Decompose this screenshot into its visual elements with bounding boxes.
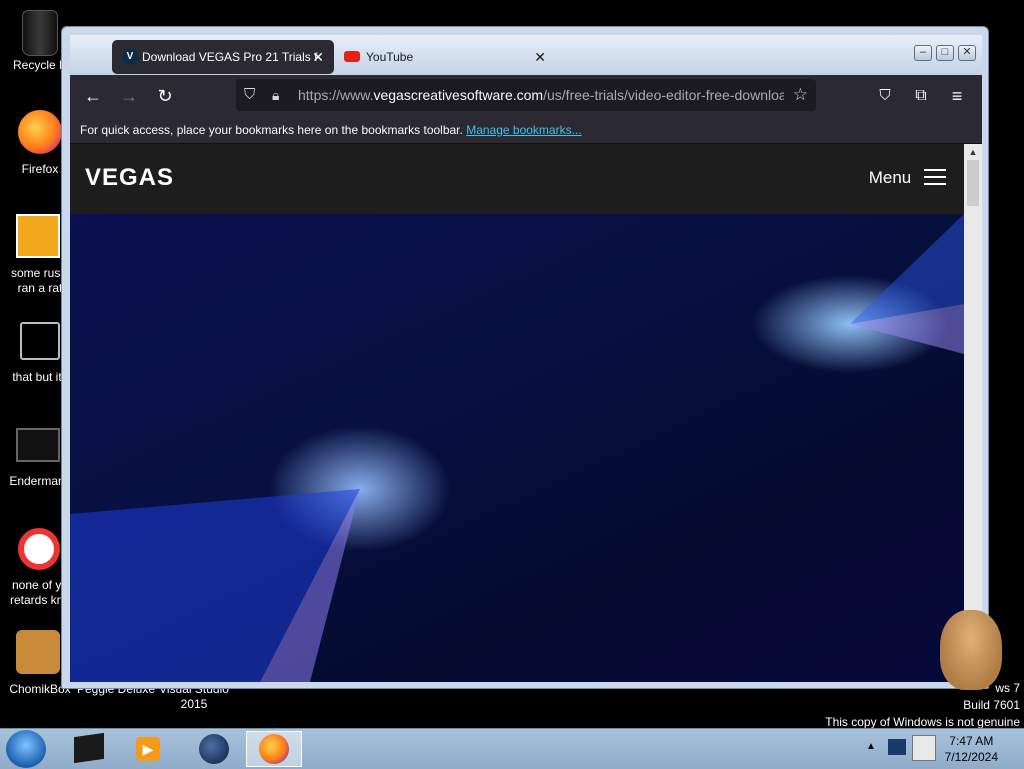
hero-image	[70, 214, 964, 682]
extensions-icon[interactable]: ⧉	[908, 83, 934, 109]
reload-button[interactable]: ↻	[152, 83, 178, 109]
taskbar-app-explorer[interactable]	[62, 731, 118, 767]
clock-date: 7/12/2024	[944, 750, 998, 764]
hamster-sticker	[940, 610, 1002, 690]
site-header: VEGAS Menu	[70, 144, 964, 214]
bookmarks-hint: For quick access, place your bookmarks h…	[80, 123, 463, 137]
folder-icon	[74, 732, 104, 764]
pocket-icon[interactable]: ⛉	[872, 83, 898, 109]
shield-icon[interactable]: ⛉	[244, 79, 255, 111]
watermark-line: Build 7601	[963, 698, 1020, 712]
tab-strip: V Download VEGAS Pro 21 Trials f ✕ YouTu…	[70, 35, 982, 75]
clock-time: 7:47 AM	[949, 734, 994, 748]
media-player-icon: ▶	[136, 737, 160, 761]
system-clock[interactable]: 7:47 AM 7/12/2024	[945, 733, 998, 765]
url-prefix: https://www.	[298, 87, 374, 103]
tab-vegas-download[interactable]: V Download VEGAS Pro 21 Trials f ✕	[112, 40, 334, 74]
close-window-button[interactable]: ✕	[958, 45, 976, 61]
globe-icon	[199, 734, 229, 764]
hamburger-icon	[924, 169, 946, 185]
app-icon	[18, 528, 60, 570]
vegas-logo[interactable]: VEGAS	[85, 164, 174, 192]
navigation-toolbar: ← → ↻ ⛉ 🔒︎ https://www.vegascreativesoft…	[70, 75, 982, 117]
taskbar-app-firefox[interactable]	[246, 731, 302, 767]
page-scrollbar[interactable]: ▲	[964, 144, 982, 682]
document-icon	[16, 214, 60, 258]
light-beams-graphic	[70, 214, 964, 682]
tab-title: Download VEGAS Pro 21 Trials f	[142, 50, 318, 64]
chomikbox-icon	[16, 630, 60, 674]
lock-icon[interactable]: 🔒︎	[272, 79, 279, 111]
taskbar-app-media-player[interactable]: ▶	[122, 731, 178, 767]
web-page: VEGAS Menu	[70, 144, 964, 682]
manage-bookmarks-link[interactable]: Manage bookmarks...	[466, 123, 581, 137]
tab-title: YouTube	[366, 50, 414, 64]
url-bar[interactable]: ⛉ 🔒︎ https://www.vegascreativesoftware.c…	[236, 79, 816, 111]
youtube-favicon-icon	[344, 51, 360, 62]
url-path: /us/free-trials/video-editor-free-downlo…	[543, 87, 784, 103]
close-tab-icon[interactable]: ✕	[312, 40, 324, 74]
url-text: https://www.vegascreativesoftware.com/us…	[298, 79, 784, 111]
show-hidden-icons-button[interactable]: ▲	[866, 741, 876, 752]
taskbar: ▶ ▲ 7:47 AM 7/12/2024	[0, 728, 1024, 769]
start-button[interactable]	[6, 730, 46, 768]
bookmark-star-icon[interactable]: ☆	[793, 79, 808, 111]
watermark-line: ws 7	[995, 681, 1020, 695]
tray-network-icon[interactable]	[888, 739, 906, 755]
firefox-icon	[18, 110, 62, 154]
tab-youtube[interactable]: YouTube ✕	[336, 40, 556, 74]
close-tab-icon[interactable]: ✕	[534, 40, 546, 74]
minimize-button[interactable]: –	[914, 45, 932, 61]
scroll-up-arrow-icon[interactable]: ▲	[964, 144, 982, 160]
forward-button[interactable]: →	[116, 83, 142, 109]
menu-icon[interactable]: ≡	[944, 83, 970, 109]
vegas-favicon-icon: V	[122, 49, 138, 65]
tray-app-icon[interactable]	[912, 735, 936, 761]
window-icon	[16, 428, 60, 462]
url-domain: vegascreativesoftware.com	[373, 87, 544, 103]
maximize-button[interactable]: □	[936, 45, 954, 61]
windows-genuine-watermark: ws 7 Build 7601 This copy of Windows is …	[825, 680, 1020, 731]
bookmarks-toolbar: For quick access, place your bookmarks h…	[70, 117, 982, 144]
browser-window: V Download VEGAS Pro 21 Trials f ✕ YouTu…	[61, 26, 989, 689]
shortcut-icon	[20, 322, 60, 360]
scrollbar-thumb[interactable]	[967, 160, 979, 206]
back-button[interactable]: ←	[80, 83, 106, 109]
menu-label: Menu	[868, 168, 912, 187]
desktop: { "desktop": { "icons": [ {"name": "recy…	[0, 0, 1024, 769]
taskbar-app-globe[interactable]	[186, 731, 242, 767]
site-menu-button[interactable]: Menu	[869, 168, 946, 188]
firefox-icon	[259, 734, 289, 764]
recycle-bin-icon	[22, 10, 58, 56]
